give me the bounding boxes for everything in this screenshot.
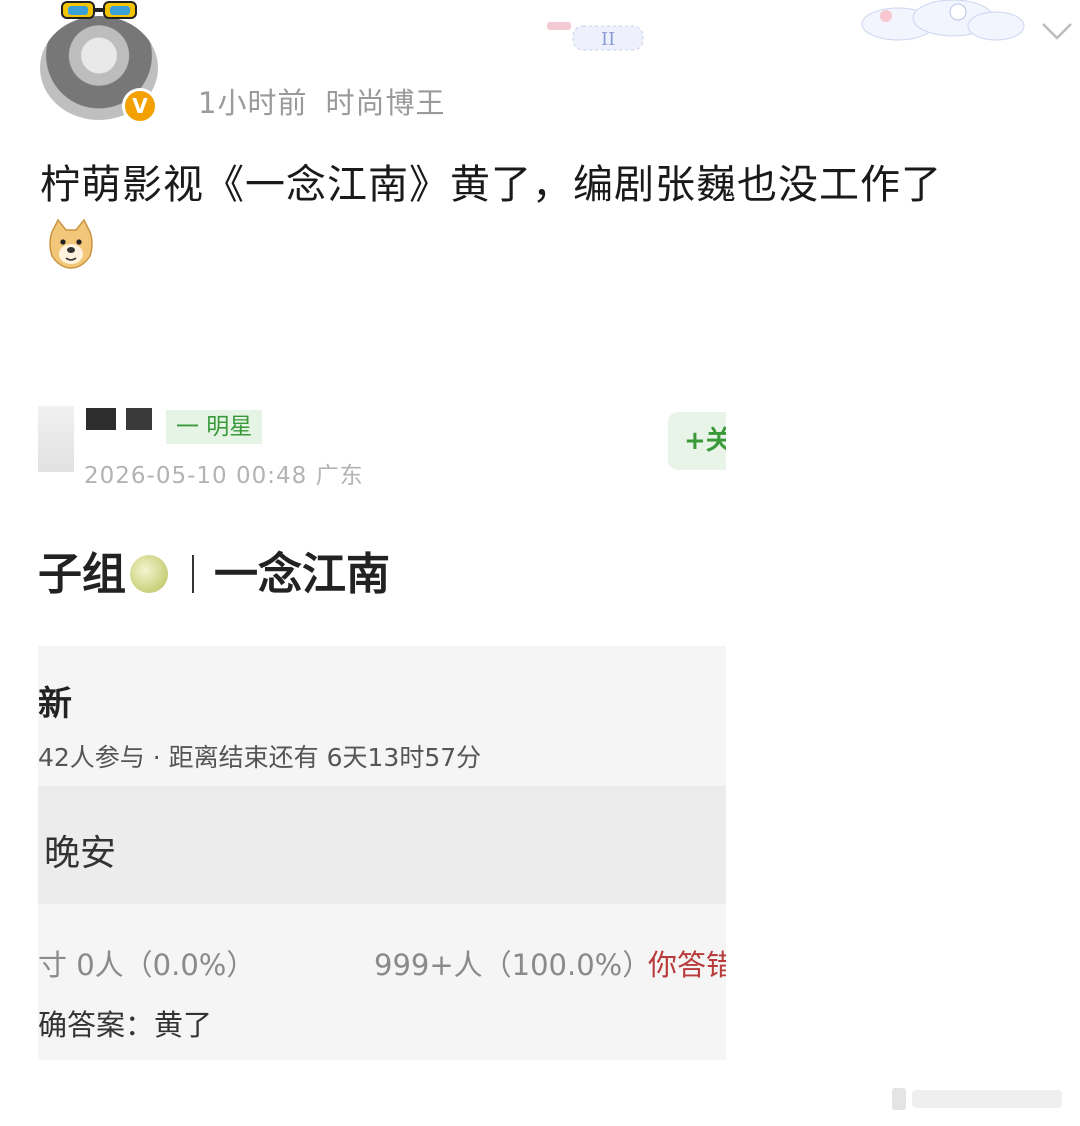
poll-card: 新 42人参与 · 距离结束还有 6天13时57分 晚安 寸 0人（0.0%） …: [38, 646, 726, 1060]
verified-badge-icon: V: [122, 88, 158, 124]
svg-text:II: II: [601, 29, 615, 50]
melon-emoji-icon: [130, 555, 168, 593]
embedded-screenshot[interactable]: 一 明星 2026-05-10 00:48 广东 +关 子组 一念江南 新 42人…: [38, 388, 726, 1088]
redacted-name-block: [126, 408, 152, 430]
embedded-title: 子组 一念江南: [38, 538, 390, 602]
chevron-down-icon[interactable]: [1040, 20, 1074, 42]
redacted-name-block: [86, 408, 116, 430]
post-meta: 1小时前 时尚博王: [198, 80, 463, 122]
poll-result-left: 寸 0人（0.0%）: [38, 948, 256, 982]
post-time: 1小时前: [198, 86, 308, 120]
blurred-avatar: [38, 406, 74, 472]
embedded-title-prefix: 子组: [38, 549, 126, 600]
date-location: 2026-05-10 00:48 广东: [84, 463, 364, 489]
sticker-decoration-icon: II: [547, 22, 644, 51]
user-tag: 一 明星: [166, 410, 263, 444]
poll-title: 新: [38, 684, 72, 724]
doge-emoji-icon: [49, 218, 93, 269]
goggles-frame-icon: [61, 1, 137, 19]
poll-result-right: 999+人（100.0%）: [374, 948, 652, 982]
poll-answer: 确答案：黄了: [38, 1008, 213, 1042]
follow-button[interactable]: +关: [668, 412, 726, 470]
cloud-sticker-icon: [861, 0, 1025, 41]
embedded-title-suffix: 一念江南: [214, 549, 390, 600]
poll-option[interactable]: [38, 786, 726, 904]
watermark-logo-icon: [892, 1088, 1062, 1110]
poll-wrong-tag: 你答错: [648, 948, 726, 982]
divider: [192, 555, 194, 593]
post-text: 柠萌影视《一念江南》黄了，编剧张巍也没工作了: [40, 162, 942, 208]
poll-option-label: 晚安: [44, 833, 117, 874]
post-source: 时尚博王: [325, 86, 446, 120]
poll-stats: 42人参与 · 距离结束还有 6天13时57分: [38, 743, 482, 772]
